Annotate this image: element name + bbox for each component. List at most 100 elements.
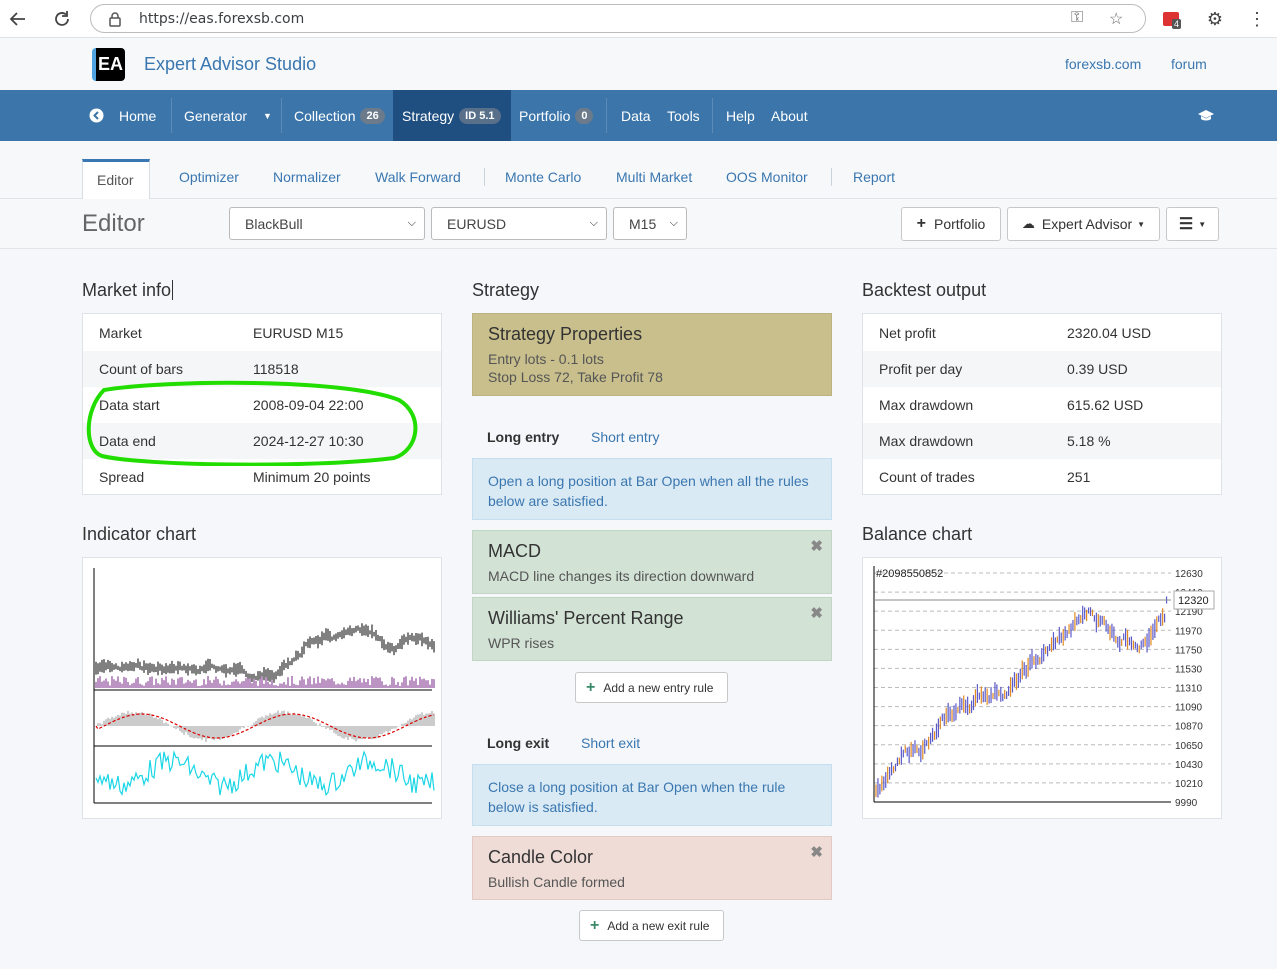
collection-badge: 26 <box>360 107 385 124</box>
url-text: https://eas.forexsb.com <box>139 11 305 27</box>
nav-portfolio-label: Portfolio <box>519 107 571 124</box>
cloud-download-icon: ☁ <box>1021 216 1035 231</box>
rule-desc: Bullish Candle formed <box>488 874 625 890</box>
strategy-properties-title: Strategy Properties <box>488 324 643 344</box>
page-title: Editor <box>82 210 145 237</box>
y-tick-label: 11310 <box>1175 684 1203 695</box>
link-forum[interactable]: forum <box>1171 56 1207 72</box>
y-tick-label: 10430 <box>1175 760 1203 771</box>
portfolio-badge: 0 <box>575 107 594 124</box>
nav-collection-label: Collection <box>294 107 356 124</box>
balance-chart: 1263012410121901197011750115301131011090… <box>873 566 1215 809</box>
nav-portfolio[interactable]: Portfolio 0 <box>519 90 594 141</box>
tab-monte-carlo[interactable]: Monte Carlo <box>491 159 595 199</box>
add-entry-rule-label: Add a new entry rule <box>603 680 714 695</box>
wpr-line <box>95 749 435 796</box>
rule-title: Williams' Percent Range <box>488 608 684 628</box>
puzzle-icon[interactable]: ⚙ <box>1204 8 1226 30</box>
entry-lots-text: Entry lots - 0.1 lots <box>488 351 604 367</box>
backtest-row: Max drawdown 615.62 USD <box>879 397 1144 413</box>
market-info-title: Market info <box>82 280 179 301</box>
key-icon[interactable]: ⚿ <box>1071 9 1083 27</box>
short-entry-tab[interactable]: Short entry <box>591 429 659 445</box>
add-exit-rule-button[interactable]: + Add a new exit rule <box>579 910 724 941</box>
nav-help[interactable]: Help <box>726 90 755 141</box>
nav-home[interactable]: Home <box>89 90 156 141</box>
tab-walk-forward[interactable]: Walk Forward <box>361 159 475 199</box>
rule-card-wpr[interactable]: Williams' Percent Range WPR rises ✖ <box>472 597 832 661</box>
exit-info: Close a long position at Bar Open when t… <box>472 764 832 826</box>
backtest-row: Max drawdown 5.18 % <box>863 423 1221 459</box>
strategy-properties-card[interactable]: Strategy Properties Entry lots - 0.1 lot… <box>472 313 832 396</box>
strategy-title: Strategy <box>472 280 540 300</box>
nav-tools[interactable]: Tools <box>667 90 700 141</box>
address-bar[interactable]: https://eas.forexsb.com ⚿ ☆ <box>90 4 1146 33</box>
backtest-row: Count of trades 251 <box>879 469 1091 485</box>
plus-icon: + <box>586 678 596 696</box>
nav-strategy-label: Strategy <box>402 107 455 124</box>
y-tick-label: 9990 <box>1175 798 1198 809</box>
menu-dots-icon[interactable]: ⋮ <box>1246 8 1268 30</box>
entry-subtabs: Long entry Short entry <box>487 429 659 445</box>
chevron-down-icon: ⌵ <box>669 217 678 229</box>
expert-advisor-button[interactable]: ☁ Expert Advisor ▼ <box>1007 207 1160 241</box>
y-tick-label: 11750 <box>1175 645 1203 656</box>
main-nav: Home Generator ▼ Collection 26 Strategy … <box>0 90 1277 141</box>
sl-tp-text: Stop Loss 72, Take Profit 78 <box>488 369 663 385</box>
chevron-down-icon: ⌵ <box>589 217 598 229</box>
plus-icon: + <box>916 215 926 232</box>
nav-generator[interactable]: Generator ▼ <box>184 90 272 141</box>
tab-multi-market[interactable]: Multi Market <box>602 159 706 199</box>
y-tick-label: 10870 <box>1175 722 1203 733</box>
ea-button-label: Expert Advisor <box>1041 216 1133 232</box>
short-exit-tab[interactable]: Short exit <box>581 735 640 751</box>
add-exit-rule-label: Add a new exit rule <box>607 918 710 933</box>
remove-icon[interactable]: ✖ <box>810 843 823 861</box>
app-title[interactable]: Expert Advisor Studio <box>144 54 316 75</box>
long-entry-tab[interactable]: Long entry <box>487 429 559 445</box>
back-icon[interactable] <box>7 8 29 30</box>
nav-generator-label: Generator <box>184 107 248 124</box>
entry-info: Open a long position at Bar Open when al… <box>472 458 832 520</box>
rule-card-candle-color[interactable]: Candle Color Bullish Candle formed ✖ <box>472 836 832 900</box>
y-tick-label: 12630 <box>1175 569 1203 580</box>
tab-report[interactable]: Report <box>839 159 909 199</box>
indicator-chart-title: Indicator chart <box>82 524 197 544</box>
nav-strategy[interactable]: Strategy ID 5.1 <box>393 90 511 141</box>
add-to-portfolio-button[interactable]: + Portfolio <box>901 207 1001 241</box>
plus-icon: + <box>590 916 600 934</box>
tab-normalizer[interactable]: Normalizer <box>259 159 355 199</box>
balance-chart-panel: 1263012410121901197011750115301131011090… <box>862 557 1222 819</box>
long-exit-tab[interactable]: Long exit <box>487 735 549 751</box>
star-icon[interactable]: ☆ <box>1109 9 1123 29</box>
link-forexsb[interactable]: forexsb.com <box>1065 56 1141 72</box>
tab-optimizer[interactable]: Optimizer <box>165 159 253 199</box>
reload-icon[interactable] <box>51 8 73 30</box>
nav-collection[interactable]: Collection 26 <box>294 90 385 141</box>
back-circle-icon <box>89 108 104 123</box>
editor-toolbar: Editor BlackBull ⌵ EURUSD ⌵ M15 ⌵ + Port… <box>0 199 1277 249</box>
nav-data[interactable]: Data <box>621 90 651 141</box>
remove-icon[interactable]: ✖ <box>810 537 823 555</box>
menu-button[interactable]: ☰ ▼ <box>1166 207 1219 241</box>
balance-chart-title: Balance chart <box>862 524 973 544</box>
graduation-cap-icon[interactable] <box>1198 90 1214 141</box>
tab-editor[interactable]: Editor <box>82 159 150 199</box>
symbol-select[interactable]: EURUSD ⌵ <box>431 207 607 240</box>
ea-logo[interactable]: EA <box>92 48 125 81</box>
caret-down-icon: ▼ <box>1198 219 1207 229</box>
tab-oos-monitor[interactable]: OOS Monitor <box>712 159 822 199</box>
indicator-chart <box>93 568 435 804</box>
rule-card-macd[interactable]: MACD MACD line changes its direction dow… <box>472 530 832 594</box>
tool-tabs: Editor Optimizer Normalizer Walk Forward… <box>0 141 1277 199</box>
extension-icon[interactable]: 4 <box>1160 8 1182 30</box>
nav-about[interactable]: About <box>771 90 808 141</box>
period-select[interactable]: M15 ⌵ <box>613 207 687 240</box>
broker-select[interactable]: BlackBull ⌵ <box>229 207 425 240</box>
y-tick-label: 10210 <box>1175 779 1203 790</box>
exit-subtabs: Long exit Short exit <box>487 735 640 751</box>
browser-toolbar: https://eas.forexsb.com ⚿ ☆ 4 ⚙ ⋮ <box>0 0 1277 38</box>
remove-icon[interactable]: ✖ <box>810 604 823 622</box>
current-balance-label: 12320 <box>1178 595 1209 607</box>
add-entry-rule-button[interactable]: + Add a new entry rule <box>575 672 728 703</box>
